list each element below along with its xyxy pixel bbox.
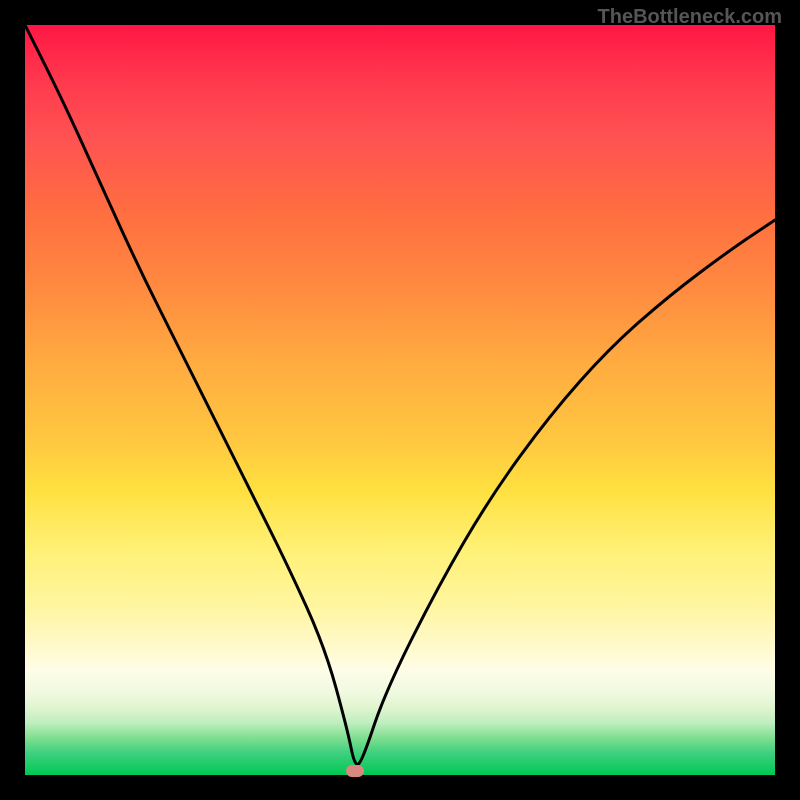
bottleneck-curve-path	[25, 25, 775, 764]
curve-svg	[25, 25, 775, 775]
watermark-text: TheBottleneck.com	[598, 6, 782, 29]
chart-frame: TheBottleneck.com	[0, 0, 800, 800]
plot-area	[25, 25, 775, 775]
optimal-marker	[346, 765, 364, 777]
